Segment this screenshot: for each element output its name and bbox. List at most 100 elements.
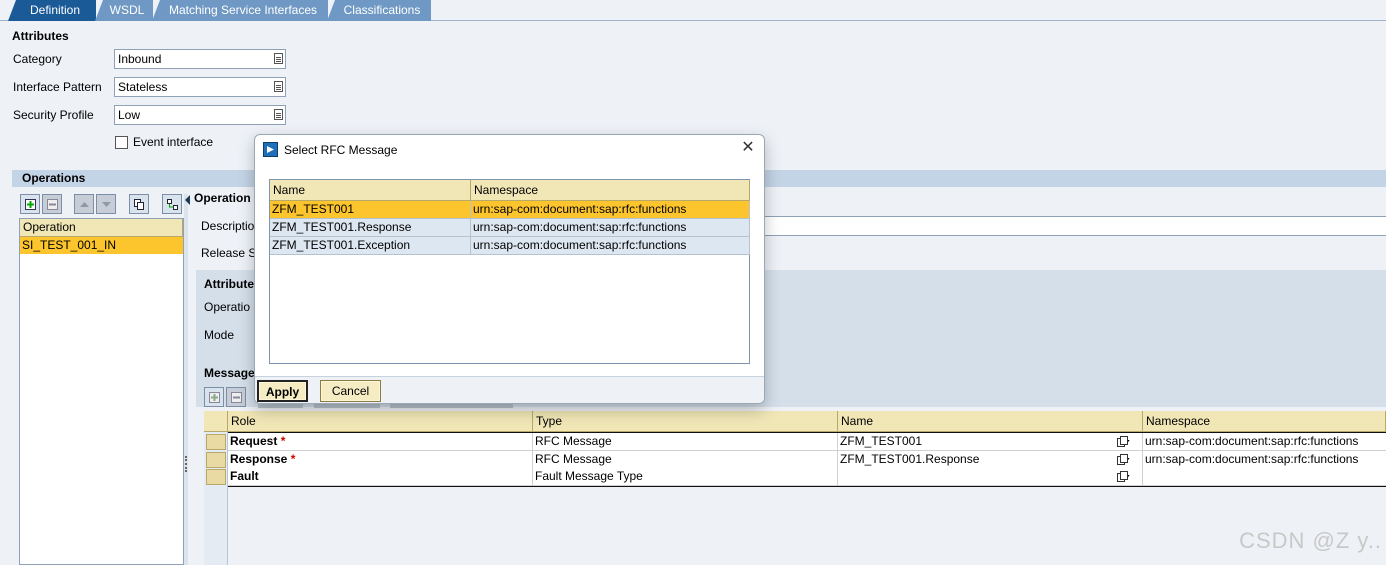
name-column-header[interactable]: Name	[838, 411, 1143, 432]
delete-row-icon	[231, 392, 242, 403]
name-column-header[interactable]: Name	[270, 180, 471, 201]
operation-column-header[interactable]: Operation	[20, 219, 183, 237]
name-cell[interactable]	[838, 468, 1143, 486]
table-row[interactable]: ZFM_TEST001.Exception urn:sap-com:docume…	[270, 237, 750, 255]
row-selector[interactable]	[206, 469, 226, 485]
namespace-column-header[interactable]: Namespace	[1143, 411, 1386, 432]
insert-row-icon	[209, 392, 220, 403]
rfc-message-table: Name Namespace ZFM_TEST001 urn:sap-com:d…	[269, 179, 750, 364]
delete-row-button[interactable]	[42, 194, 62, 214]
namespace-column-header[interactable]: Namespace	[471, 180, 750, 201]
type-cell[interactable]: RFC Message	[533, 433, 838, 451]
pattern-value: Stateless	[118, 80, 168, 94]
toolbar-button-edge[interactable]	[314, 404, 380, 408]
category-dropdown[interactable]: Inbound	[114, 49, 286, 69]
watermark: CSDN @Z y..	[1239, 528, 1382, 553]
move-up-button[interactable]	[74, 194, 94, 214]
settings-button[interactable]	[162, 194, 182, 214]
name-cell: ZFM_TEST001.Exception	[270, 237, 471, 255]
arrow-up-icon	[80, 202, 89, 207]
role-cell: Response *	[228, 451, 533, 469]
name-cell[interactable]: ZFM_TEST001	[838, 433, 1143, 451]
operation-attributes-title: Attribute	[204, 277, 254, 291]
collapse-left-icon[interactable]	[185, 195, 190, 205]
tab-definition[interactable]: Definition	[8, 0, 96, 21]
namespace-cell[interactable]: urn:sap-com:document:sap:rfc:functions	[1143, 433, 1386, 451]
message-row-response[interactable]: Response * RFC Message ZFM_TEST001.Respo…	[228, 451, 1386, 469]
value-help-icon[interactable]	[1117, 471, 1130, 482]
description-input[interactable]	[764, 216, 1386, 236]
tab-bar: Definition WSDL Matching Service Interfa…	[0, 0, 1386, 21]
toolbar-button-edge[interactable]	[390, 404, 513, 408]
release-label: Release S	[201, 246, 257, 260]
tab-matching-service-interfaces[interactable]: Matching Service Interfaces	[152, 0, 328, 21]
operation-label: Operatio	[204, 300, 251, 314]
role-column-header[interactable]: Role	[228, 411, 533, 432]
table-row[interactable]: ZFM_TEST001.Response urn:sap-com:documen…	[270, 219, 750, 237]
required-marker: *	[280, 434, 286, 448]
dropdown-icon[interactable]	[274, 81, 283, 92]
namespace-cell: urn:sap-com:document:sap:rfc:functions	[471, 237, 750, 255]
row-selector-header[interactable]	[204, 411, 228, 432]
category-label: Category	[13, 52, 62, 66]
insert-row-icon	[25, 199, 36, 210]
splitter[interactable]	[184, 194, 188, 565]
drag-handle-icon[interactable]	[185, 456, 187, 472]
message-delete-button[interactable]	[226, 387, 246, 407]
value-help-icon[interactable]	[1117, 454, 1130, 465]
required-marker: *	[290, 452, 296, 466]
mode-label: Mode	[204, 328, 235, 342]
message-insert-button[interactable]	[204, 387, 224, 407]
attributes-title: Attributes	[12, 29, 69, 43]
security-profile-dropdown[interactable]: Low	[114, 105, 286, 125]
message-row-fault[interactable]: Fault Fault Message Type	[228, 468, 1386, 486]
name-cell[interactable]: ZFM_TEST001.Response	[838, 451, 1143, 469]
role-text: Response	[230, 452, 288, 466]
arrow-down-icon	[102, 202, 111, 207]
dropdown-icon[interactable]	[274, 53, 283, 64]
dropdown-icon[interactable]	[274, 109, 283, 120]
tab-wsdl[interactable]: WSDL	[95, 0, 153, 21]
apply-button[interactable]: Apply	[257, 380, 308, 402]
event-interface-label: Event interface	[133, 135, 214, 149]
category-value: Inbound	[118, 52, 162, 66]
tab-classifications[interactable]: Classifications	[327, 0, 431, 21]
row-selector[interactable]	[206, 452, 226, 468]
value-help-icon[interactable]	[1117, 436, 1130, 447]
name-cell: ZFM_TEST001	[270, 201, 471, 219]
operations-list: Operation SI_TEST_001_IN	[19, 218, 184, 565]
security-value: Low	[118, 108, 141, 122]
toolbar-button-edge[interactable]	[258, 404, 303, 408]
operation-detail-header: Operation	[194, 191, 251, 205]
copy-icon	[134, 199, 144, 210]
namespace-cell: urn:sap-com:document:sap:rfc:functions	[471, 201, 750, 219]
operations-title: Operations	[22, 171, 86, 185]
type-column-header[interactable]: Type	[533, 411, 838, 432]
insert-row-button[interactable]	[20, 194, 40, 214]
select-rfc-message-dialog: Select RFC Message ✕ Name Namespace ZFM_…	[254, 134, 765, 404]
namespace-cell[interactable]	[1143, 468, 1386, 486]
delete-row-icon	[47, 199, 58, 210]
messages-title: Message	[204, 366, 255, 380]
description-label: Descriptio	[201, 219, 255, 233]
name-cell: ZFM_TEST001.Response	[270, 219, 471, 237]
configure-icon	[167, 199, 178, 210]
namespace-cell[interactable]: urn:sap-com:document:sap:rfc:functions	[1143, 451, 1386, 469]
table-row[interactable]: ZFM_TEST001 urn:sap-com:document:sap:rfc…	[270, 201, 750, 219]
type-cell[interactable]: RFC Message	[533, 451, 838, 469]
namespace-cell: urn:sap-com:document:sap:rfc:functions	[471, 219, 750, 237]
interface-pattern-dropdown[interactable]: Stateless	[114, 77, 286, 97]
dialog-footer: Apply Cancel	[255, 376, 764, 403]
message-row-request[interactable]: Request * RFC Message ZFM_TEST001 urn:sa…	[228, 433, 1386, 451]
operation-row-selected[interactable]: SI_TEST_001_IN	[20, 237, 183, 254]
sap-app-icon	[263, 142, 278, 157]
role-text: Request	[230, 434, 278, 448]
close-icon[interactable]: ✕	[740, 140, 756, 156]
pattern-label: Interface Pattern	[13, 80, 102, 94]
event-interface-checkbox[interactable]	[115, 136, 128, 149]
move-down-button[interactable]	[96, 194, 116, 214]
copy-button[interactable]	[129, 194, 149, 214]
row-selector[interactable]	[206, 434, 226, 450]
cancel-button[interactable]: Cancel	[320, 380, 381, 402]
type-cell[interactable]: Fault Message Type	[533, 468, 838, 486]
